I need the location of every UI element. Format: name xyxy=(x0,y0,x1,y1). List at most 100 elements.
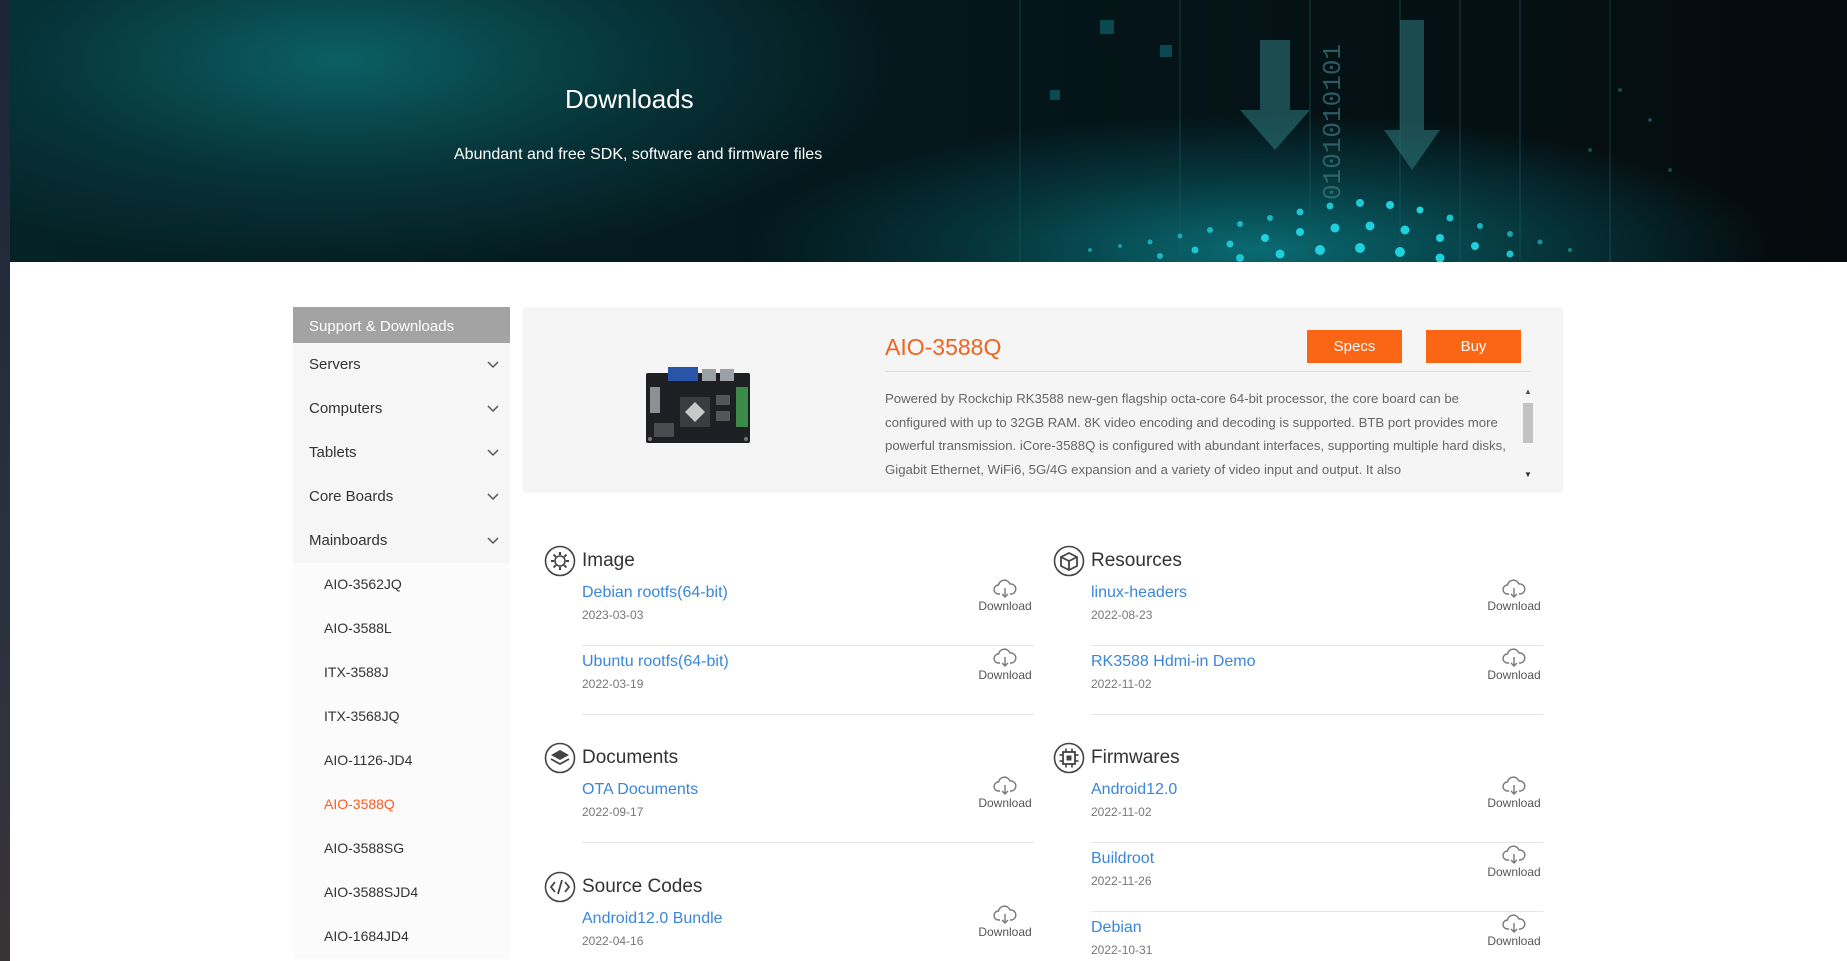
scroll-down-icon[interactable]: ▼ xyxy=(1524,470,1532,479)
section-header: Firmwares xyxy=(1053,740,1543,774)
chevron-down-icon xyxy=(487,361,499,369)
sidebar-item-computers[interactable]: Computers xyxy=(293,387,510,431)
sidebar-item-mainboards[interactable]: Mainboards xyxy=(293,519,510,563)
download-button[interactable]: Download xyxy=(1485,579,1543,613)
board-image-icon xyxy=(646,367,750,443)
section-image: Image Debian rootfs(64-bit) 2023-03-03 D… xyxy=(544,543,1034,715)
cloud-download-icon xyxy=(1502,579,1526,598)
scroll-up-icon[interactable]: ▲ xyxy=(1524,387,1532,396)
download-row: linux-headers 2022-08-23 Download xyxy=(1091,577,1543,646)
sidebar-subitem-aio-3588q[interactable]: AIO-3588Q xyxy=(293,783,510,827)
sidebar-item-label: Mainboards xyxy=(309,532,388,549)
download-row: Buildroot 2022-11-26 Download xyxy=(1091,843,1543,912)
cloud-download-icon xyxy=(993,776,1017,795)
code-icon xyxy=(544,871,576,903)
download-button[interactable]: Download xyxy=(1485,648,1543,682)
download-date: 2022-11-26 xyxy=(1091,874,1152,888)
hero-banner: 0101010101 Downloads Abundant and free S… xyxy=(10,0,1847,262)
download-label: Download xyxy=(978,668,1032,682)
cloud-download-icon xyxy=(1502,776,1526,795)
cloud-download-icon xyxy=(1502,648,1526,667)
download-link[interactable]: RK3588 Hdmi-in Demo xyxy=(1091,653,1256,671)
download-button[interactable]: Download xyxy=(1485,845,1543,879)
download-row: Android12.0 2022-11-02 Download xyxy=(1091,774,1543,843)
sidebar-header: Support & Downloads xyxy=(293,307,510,343)
download-button[interactable]: Download xyxy=(976,579,1034,613)
buy-button[interactable]: Buy xyxy=(1426,330,1521,363)
chevron-down-icon xyxy=(487,493,499,501)
sidebar-subitem-aio-3588sjd4[interactable]: AIO-3588SJD4 xyxy=(293,871,510,915)
description-scrollbar[interactable]: ▲ ▼ xyxy=(1523,387,1533,479)
section-documents: Documents OTA Documents 2022-09-17 Downl… xyxy=(544,740,1034,843)
download-row: Debian 2022-10-31 Download xyxy=(1091,912,1543,961)
download-row: Android12.0 Bundle 2022-04-16 Download xyxy=(582,903,1034,961)
sidebar-subitem-itx-3568jq[interactable]: ITX-3568JQ xyxy=(293,695,510,739)
download-link[interactable]: Android12.0 xyxy=(1091,781,1177,799)
cloud-download-icon xyxy=(1502,914,1526,933)
chip-icon xyxy=(1053,742,1085,774)
sidebar-subitem-aio-3588l[interactable]: AIO-3588L xyxy=(293,607,510,651)
download-label: Download xyxy=(1487,796,1541,810)
sidebar: Support & Downloads Servers Computers Ta… xyxy=(293,307,510,959)
download-button[interactable]: Download xyxy=(976,648,1034,682)
download-button[interactable]: Download xyxy=(976,905,1034,939)
sidebar-subitem-aio-1684jd4[interactable]: AIO-1684JD4 xyxy=(293,915,510,959)
section-source-codes: Source Codes Android12.0 Bundle 2022-04-… xyxy=(544,869,1034,961)
section-header: Resources xyxy=(1053,543,1543,577)
scroll-thumb[interactable] xyxy=(1523,403,1533,443)
download-row: OTA Documents 2022-09-17 Download xyxy=(582,774,1034,843)
download-row: RK3588 Hdmi-in Demo 2022-11-02 Download xyxy=(1091,646,1543,715)
download-date: 2022-11-02 xyxy=(1091,805,1152,819)
download-date: 2023-03-03 xyxy=(582,608,644,622)
download-button[interactable]: Download xyxy=(1485,776,1543,810)
sidebar-item-label: Tablets xyxy=(309,444,357,461)
specs-button[interactable]: Specs xyxy=(1307,330,1402,363)
product-description: Powered by Rockchip RK3588 new-gen flags… xyxy=(885,391,1506,477)
section-title: Documents xyxy=(582,747,679,768)
download-button[interactable]: Download xyxy=(1485,914,1543,948)
section-resources: Resources linux-headers 2022-08-23 Downl… xyxy=(1053,543,1543,715)
download-row: Debian rootfs(64-bit) 2023-03-03 Downloa… xyxy=(582,577,1034,646)
download-label: Download xyxy=(1487,934,1541,948)
left-edge-strip xyxy=(0,0,10,961)
download-button[interactable]: Download xyxy=(976,776,1034,810)
banner-title: Downloads xyxy=(565,84,694,114)
download-row: Ubuntu rootfs(64-bit) 2022-03-19 Downloa… xyxy=(582,646,1034,715)
product-title: AIO-3588Q xyxy=(885,334,1002,360)
download-date: 2022-10-31 xyxy=(1091,943,1153,957)
gear-icon xyxy=(544,545,576,577)
sidebar-subitem-itx-3588j[interactable]: ITX-3588J xyxy=(293,651,510,695)
download-link[interactable]: Debian rootfs(64-bit) xyxy=(582,584,728,602)
sidebar-item-servers[interactable]: Servers xyxy=(293,343,510,387)
download-label: Download xyxy=(1487,865,1541,879)
download-link[interactable]: OTA Documents xyxy=(582,781,698,799)
download-label: Download xyxy=(978,599,1032,613)
product-card: AIO-3588Q Specs Buy Powered by Rockchip … xyxy=(523,307,1563,493)
box-icon xyxy=(1053,545,1085,577)
section-header: Documents xyxy=(544,740,1034,774)
download-link[interactable]: Android12.0 Bundle xyxy=(582,910,723,928)
sidebar-subitem-aio-3588sg[interactable]: AIO-3588SG xyxy=(293,827,510,871)
download-link[interactable]: linux-headers xyxy=(1091,584,1187,602)
download-label: Download xyxy=(978,925,1032,939)
download-date: 2022-08-23 xyxy=(1091,608,1153,622)
download-link[interactable]: Ubuntu rootfs(64-bit) xyxy=(582,653,729,671)
sidebar-subitem-aio-3562jq[interactable]: AIO-3562JQ xyxy=(293,563,510,607)
download-link[interactable]: Buildroot xyxy=(1091,850,1154,868)
page-frame: 0101010101 Downloads Abundant and free S… xyxy=(10,0,1847,961)
mainboards-submenu: AIO-3562JQ AIO-3588L ITX-3588J ITX-3568J… xyxy=(293,563,510,959)
download-link[interactable]: Debian xyxy=(1091,919,1142,937)
banner-graphic-icon: 0101010101 xyxy=(1019,0,1672,262)
sidebar-item-label: Servers xyxy=(309,356,361,373)
layers-icon xyxy=(544,742,576,774)
download-label: Download xyxy=(978,796,1032,810)
sidebar-item-label: Computers xyxy=(309,400,383,417)
sidebar-item-core-boards[interactable]: Core Boards xyxy=(293,475,510,519)
section-title: Firmwares xyxy=(1091,747,1180,768)
download-date: 2022-09-17 xyxy=(582,805,644,819)
chevron-down-icon xyxy=(487,405,499,413)
cloud-download-icon xyxy=(993,579,1017,598)
sidebar-item-tablets[interactable]: Tablets xyxy=(293,431,510,475)
section-header: Image xyxy=(544,543,1034,577)
sidebar-subitem-aio-1126-jd4[interactable]: AIO-1126-JD4 xyxy=(293,739,510,783)
